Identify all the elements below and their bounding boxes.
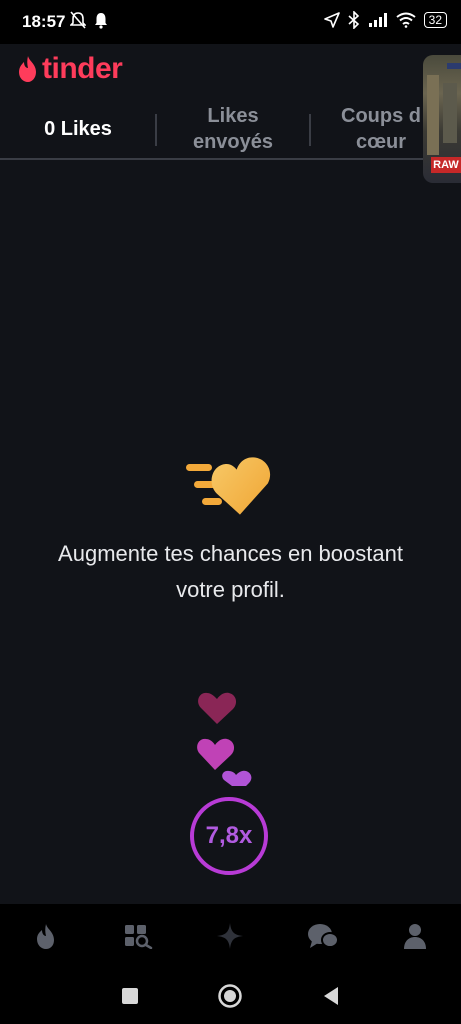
tinder-logo[interactable]: tinder xyxy=(16,52,123,86)
pip-badge: RAW xyxy=(431,157,461,173)
status-bar: 18:57 32 xyxy=(0,0,461,44)
battery-icon: 32 xyxy=(423,12,447,28)
home-icon xyxy=(218,984,243,1008)
tab-label: 0 Likes xyxy=(44,118,112,140)
nav-messages[interactable] xyxy=(298,911,348,961)
nav-explore[interactable] xyxy=(113,911,163,961)
muted-bell-icon xyxy=(70,11,86,29)
chat-icon xyxy=(307,924,339,948)
sparkle-icon xyxy=(217,923,244,949)
likes-tabs: 0 Likes Likes envoyés Coups d cœur xyxy=(0,100,461,160)
back-icon xyxy=(323,987,338,1005)
boost-heart-icon xyxy=(186,457,271,515)
system-nav xyxy=(0,968,461,1024)
notification-bell-icon xyxy=(95,13,107,29)
location-icon xyxy=(323,12,340,28)
tab-label: Coups d cœur xyxy=(341,105,421,153)
floating-hearts-icon xyxy=(197,692,252,786)
app-header: tinder xyxy=(0,44,461,100)
explore-icon xyxy=(125,925,153,949)
profile-icon xyxy=(403,924,426,949)
tab-likes[interactable]: 0 Likes xyxy=(0,100,156,158)
nav-profile[interactable] xyxy=(390,911,440,961)
home-button[interactable] xyxy=(210,976,250,1016)
logo-text: tinder xyxy=(42,52,123,85)
back-button[interactable] xyxy=(311,976,351,1016)
flame-logo-icon xyxy=(19,56,36,82)
status-time: 18:57 xyxy=(22,12,66,31)
nav-discover[interactable] xyxy=(21,911,71,961)
recent-apps-icon xyxy=(122,988,139,1004)
boost-multiplier[interactable]: 7,8x xyxy=(189,796,269,876)
wifi-icon xyxy=(396,12,416,28)
nav-likes[interactable] xyxy=(205,911,255,961)
recent-apps-button[interactable] xyxy=(110,976,150,1016)
pip-video-overlay[interactable]: RAW xyxy=(423,55,461,183)
tab-label: Likes envoyés xyxy=(192,105,274,153)
boost-message: Augmente tes chances en boostant votre p… xyxy=(58,541,403,602)
flame-icon xyxy=(37,924,55,949)
tab-likes-sent[interactable]: Likes envoyés xyxy=(157,100,309,158)
bottom-nav xyxy=(0,904,461,968)
bluetooth-icon xyxy=(348,11,359,29)
signal-icon xyxy=(368,13,387,27)
